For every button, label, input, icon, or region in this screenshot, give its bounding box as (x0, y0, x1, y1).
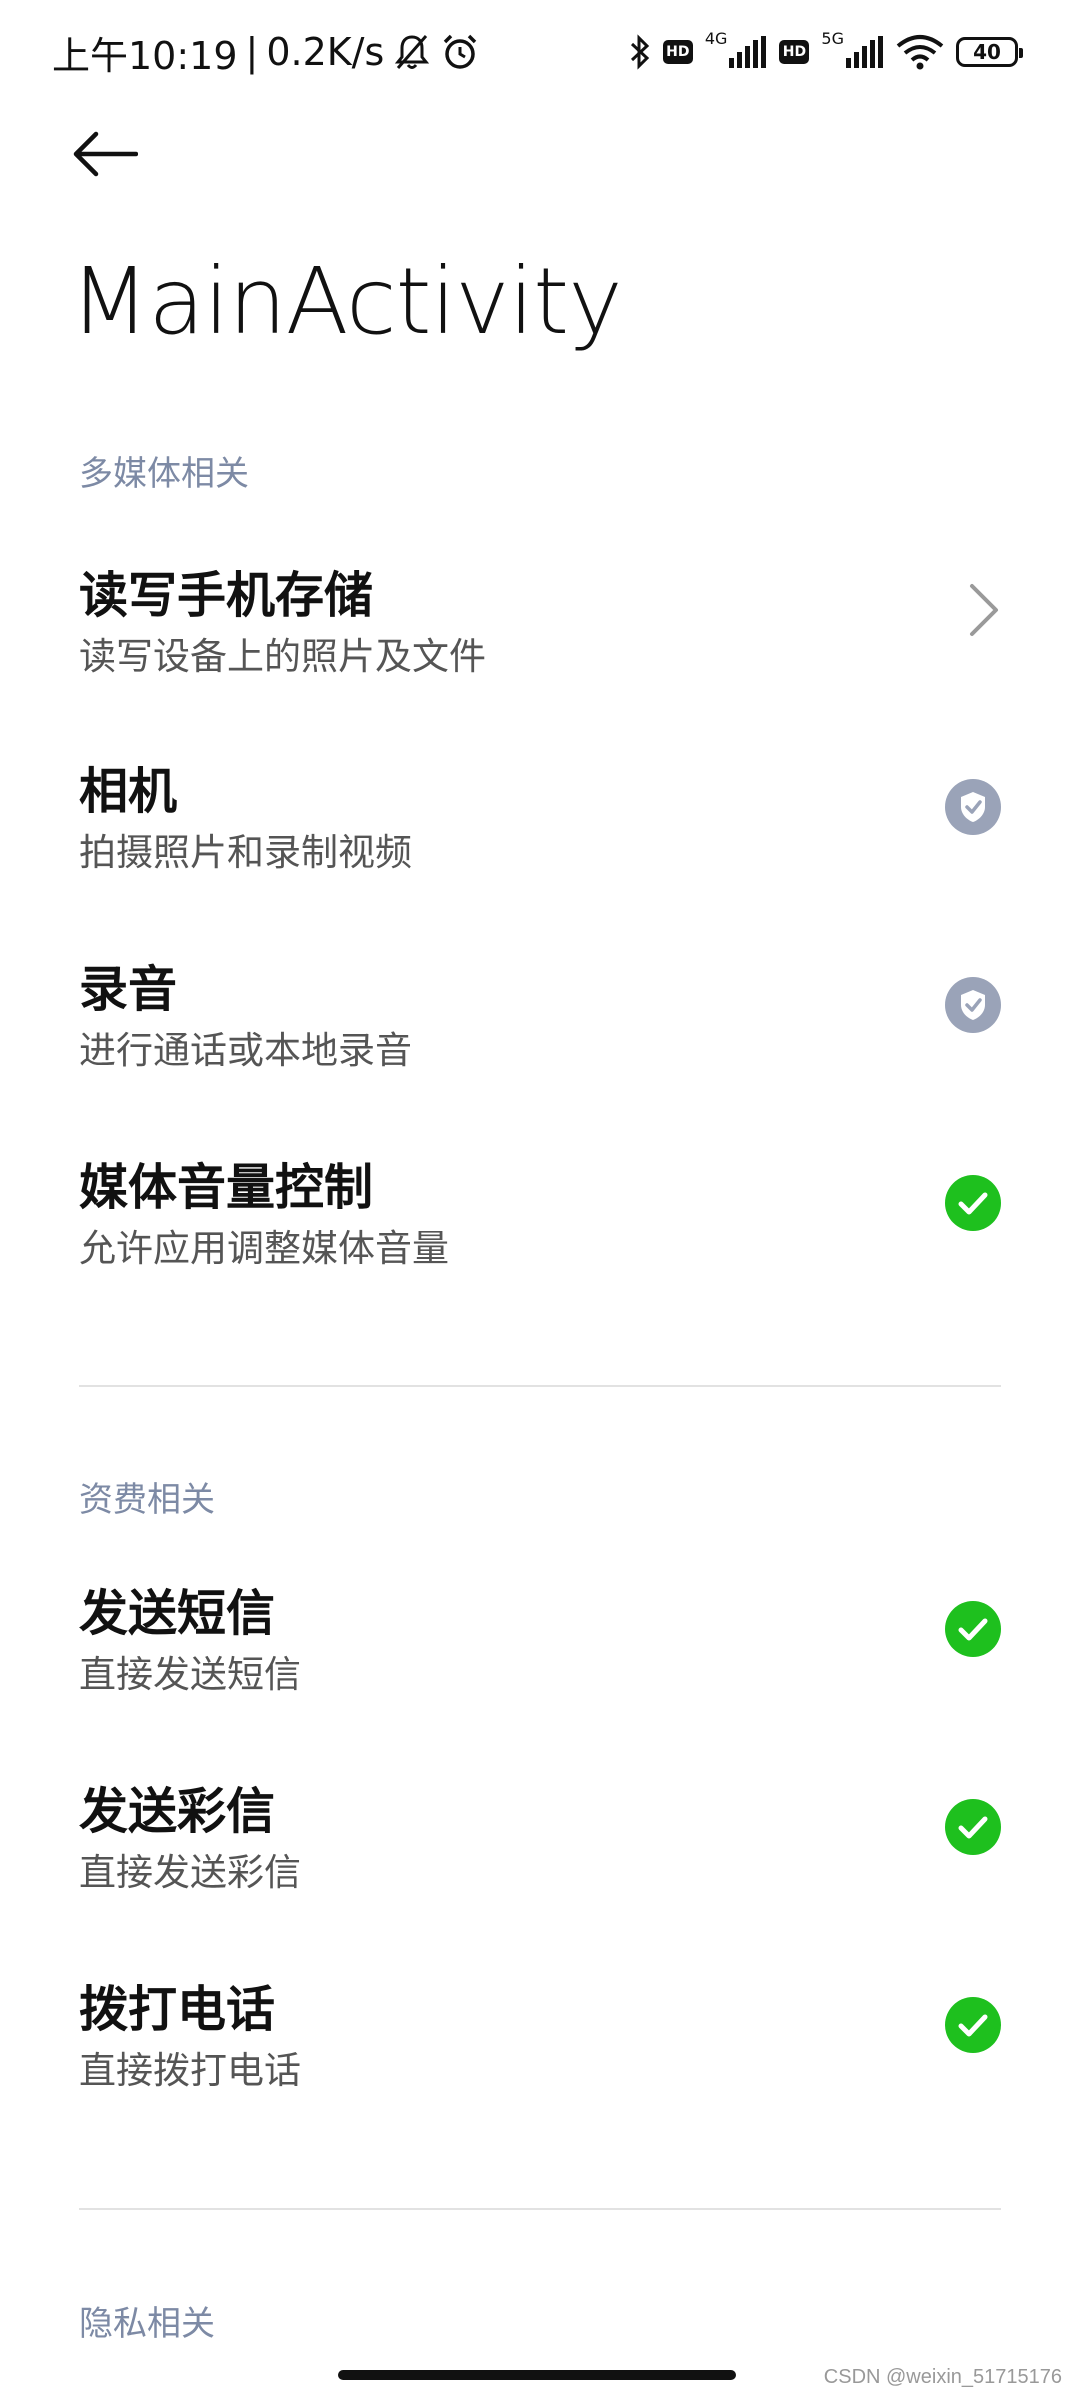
shield-check-icon (945, 779, 1001, 835)
permission-desc: 允许应用调整媒体音量 (79, 1227, 449, 1270)
back-button[interactable] (72, 124, 152, 184)
permission-item-record-audio[interactable]: 录音 进行通话或本地录音 (0, 950, 1080, 1146)
hd-badge-2: HD (779, 40, 810, 64)
section-header-charges: 资费相关 (79, 1480, 215, 1520)
permission-desc: 进行通话或本地录音 (79, 1029, 412, 1072)
permission-item-camera[interactable]: 相机 拍摄照片和录制视频 (0, 752, 1080, 948)
signal-icon-2 (846, 36, 883, 68)
section-header-multimedia: 多媒体相关 (79, 454, 249, 494)
shield-check-icon (945, 977, 1001, 1033)
home-indicator[interactable] (338, 2370, 736, 2380)
status-net-speed: 0.2K/s (266, 30, 385, 74)
arrow-left-icon (73, 131, 138, 177)
permission-title: 发送彩信 (79, 1783, 276, 1840)
permission-title: 读写手机存储 (79, 567, 374, 624)
permission-desc: 拍摄照片和录制视频 (79, 831, 412, 874)
battery-indicator: 40 (956, 37, 1023, 67)
wifi-icon (896, 35, 944, 70)
permission-title: 媒体音量控制 (79, 1159, 374, 1216)
status-bar: 上午10:19 | 0.2K/s HD 4G HD 5G 40 (0, 0, 1080, 110)
permission-item-send-sms[interactable]: 发送短信 直接发送短信 (0, 1574, 1080, 1770)
check-circle-icon (945, 1175, 1001, 1231)
section-header-privacy: 隐私相关 (79, 2304, 215, 2344)
chevron-right-icon (970, 584, 998, 636)
permission-desc: 直接发送短信 (79, 1653, 301, 1696)
network-type-4g: 4G (704, 28, 728, 48)
permission-title: 录音 (79, 961, 178, 1018)
section-divider (79, 2208, 1001, 2210)
permission-desc: 直接发送彩信 (79, 1851, 301, 1894)
check-circle-icon (945, 1799, 1001, 1855)
permission-title: 拨打电话 (79, 1981, 276, 2038)
permission-title: 发送短信 (79, 1585, 276, 1642)
network-type-5g: 5G (821, 28, 844, 48)
permission-item-call-phone[interactable]: 拨打电话 直接拨打电话 (0, 1970, 1080, 2166)
status-left: 上午10:19 | 0.2K/s (52, 24, 480, 80)
status-separator: | (245, 30, 259, 74)
section-divider (79, 1385, 1001, 1387)
permission-item-media-volume[interactable]: 媒体音量控制 允许应用调整媒体音量 (0, 1148, 1080, 1344)
status-right: HD 4G HD 5G 40 (629, 24, 1023, 80)
hd-badge-1: HD (662, 40, 693, 64)
permission-title: 相机 (79, 763, 178, 820)
permission-desc: 直接拨打电话 (79, 2049, 301, 2092)
check-circle-icon (945, 1601, 1001, 1657)
alarm-icon (444, 34, 477, 69)
watermark: CSDN @weixin_51715176 (823, 2366, 1062, 2388)
bell-muted-icon (395, 35, 430, 69)
permission-item-send-mms[interactable]: 发送彩信 直接发送彩信 (0, 1772, 1080, 1968)
status-time: 上午10:19 (52, 33, 238, 78)
permission-desc: 读写设备上的照片及文件 (79, 635, 486, 678)
page-title: MainActivity (70, 248, 623, 355)
bluetooth-icon (630, 34, 650, 70)
permission-item-storage[interactable]: 读写手机存储 读写设备上的照片及文件 (0, 556, 1080, 752)
check-circle-icon (945, 1997, 1001, 2053)
signal-icon-1 (729, 36, 767, 68)
